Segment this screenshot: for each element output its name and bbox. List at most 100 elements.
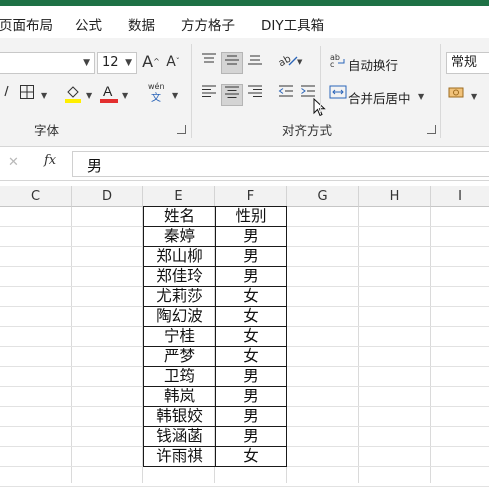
shrink-font-button[interactable]: Aˇ [162,51,184,73]
gender-cell[interactable]: 女 [215,326,287,347]
chevron-down-icon[interactable]: ▼ [86,91,92,100]
gender-cell[interactable]: 女 [215,446,287,467]
gridline [71,207,72,483]
header-name-cell[interactable]: 姓名 [143,206,216,227]
chevron-down-icon[interactable]: ▼ [172,91,178,100]
gender-cell[interactable]: 女 [215,346,287,367]
insert-function-icon[interactable]: fx [44,153,56,168]
increase-indent-icon [301,85,315,97]
grow-font-button[interactable]: A^ [140,51,162,73]
chevron-down-icon: ▼ [125,58,132,68]
menu-page-layout[interactable]: 页面布局 [0,14,53,34]
orientation-button[interactable]: ab ▼ [276,52,304,74]
column-header-f[interactable]: F [215,186,287,207]
column-header-h[interactable]: H [359,186,431,207]
font-size-value: 12 [102,55,119,70]
name-cell[interactable]: 郑山柳 [143,246,216,267]
table-row: 许雨祺女 [143,446,287,467]
chevron-down-icon[interactable]: ▼ [418,92,424,101]
merge-center-icon [329,85,347,99]
chevron-down-icon[interactable]: ▼ [41,91,47,100]
column-header-g[interactable]: G [287,186,359,207]
font-color-button[interactable]: A [98,82,120,104]
table-row: 宁桂女 [143,326,287,347]
font-size-combo[interactable]: 12 ▼ [97,52,137,74]
menu-data[interactable]: 数据 [128,14,155,34]
table-row: 陶幻波女 [143,306,287,327]
gender-cell[interactable]: 男 [215,426,287,447]
align-bottom-icon [248,55,262,65]
name-cell[interactable]: 严梦 [143,346,216,367]
gender-cell[interactable]: 男 [215,226,287,247]
title-bar-strip [0,0,489,6]
align-left-button[interactable] [198,84,220,106]
chevron-down-icon[interactable]: ▼ [122,91,128,100]
border-icon [20,85,34,99]
wrap-text-button[interactable]: 自动换行 [348,55,398,74]
group-divider [440,44,441,138]
merge-center-button[interactable]: 合并后居中 [348,88,411,107]
gender-cell[interactable]: 男 [215,266,287,287]
name-cell[interactable]: 郑佳玲 [143,266,216,287]
align-middle-button[interactable] [221,52,243,74]
phonetic-button[interactable]: wén 文 [144,82,170,104]
font-color-icon: A [100,83,118,103]
chevron-down-icon[interactable]: ▼ [471,92,477,101]
name-cell[interactable]: 宁桂 [143,326,216,347]
column-header-i[interactable]: I [431,186,489,207]
column-header-c[interactable]: C [0,186,72,207]
name-cell[interactable]: 许雨祺 [143,446,216,467]
column-header-d[interactable]: D [72,186,143,207]
caret-down-icon: ˇ [175,57,180,66]
table-row: 韩岚男 [143,386,287,407]
name-cell[interactable]: 韩岚 [143,386,216,407]
gender-cell[interactable]: 男 [215,386,287,407]
table-row: 韩银姣男 [143,406,287,427]
wrap-text-icon-button[interactable]: ab c [328,52,348,74]
merge-icon-button[interactable] [328,84,348,106]
table-row: 卫筠男 [143,366,287,387]
table-row: 尤莉莎女 [143,286,287,307]
header-gender-cell[interactable]: 性别 [215,206,287,227]
alignment-dialog-launcher-icon[interactable] [427,125,436,134]
align-right-icon [248,85,262,97]
borders-button[interactable] [16,84,38,106]
gender-cell[interactable]: 男 [215,366,287,387]
name-cell[interactable]: 卫筠 [143,366,216,387]
shrink-font-label: A [166,54,176,70]
gender-cell[interactable]: 女 [215,306,287,327]
caret-up-icon: ^ [153,57,160,66]
menu-formulas[interactable]: 公式 [75,14,102,34]
svg-text:A: A [103,83,113,99]
align-right-button[interactable] [244,84,266,106]
table-row: 严梦女 [143,346,287,367]
table-row: 钱涵菡男 [143,426,287,447]
name-cell[interactable]: 陶幻波 [143,306,216,327]
ribbon: ▼ 12 ▼ A^ Aˇ ▼ ▼ A ▼ wén 文 ▼ 字体 ab ▼ ab … [0,38,489,147]
decrease-indent-button[interactable] [275,84,297,106]
gender-cell[interactable]: 女 [215,286,287,307]
formula-input[interactable]: 男 [72,151,489,177]
text-orientation-icon: ab ▼ [277,54,303,70]
gridline [430,207,431,483]
grow-font-label: A [142,52,154,71]
gender-cell[interactable]: 男 [215,246,287,267]
menu-fangfang[interactable]: 方方格子 [181,14,235,34]
name-cell[interactable]: 秦婷 [143,226,216,247]
fill-color-button[interactable] [62,83,84,105]
currency-format-button[interactable] [447,84,469,106]
group-divider [191,44,192,138]
align-center-button[interactable] [221,84,243,106]
chevron-down-icon: ▼ [83,58,90,68]
align-bottom-button[interactable] [244,52,266,74]
number-format-combo[interactable]: 常规 [446,52,489,74]
name-cell[interactable]: 尤莉莎 [143,286,216,307]
font-dialog-launcher-icon[interactable] [177,125,186,134]
gender-cell[interactable]: 男 [215,406,287,427]
font-name-combo[interactable]: ▼ [0,52,95,74]
name-cell[interactable]: 韩银姣 [143,406,216,427]
menu-diy-toolbox[interactable]: DIY工具箱 [261,14,324,34]
column-header-e[interactable]: E [143,186,215,207]
align-top-button[interactable] [198,52,220,74]
name-cell[interactable]: 钱涵菡 [143,426,216,447]
